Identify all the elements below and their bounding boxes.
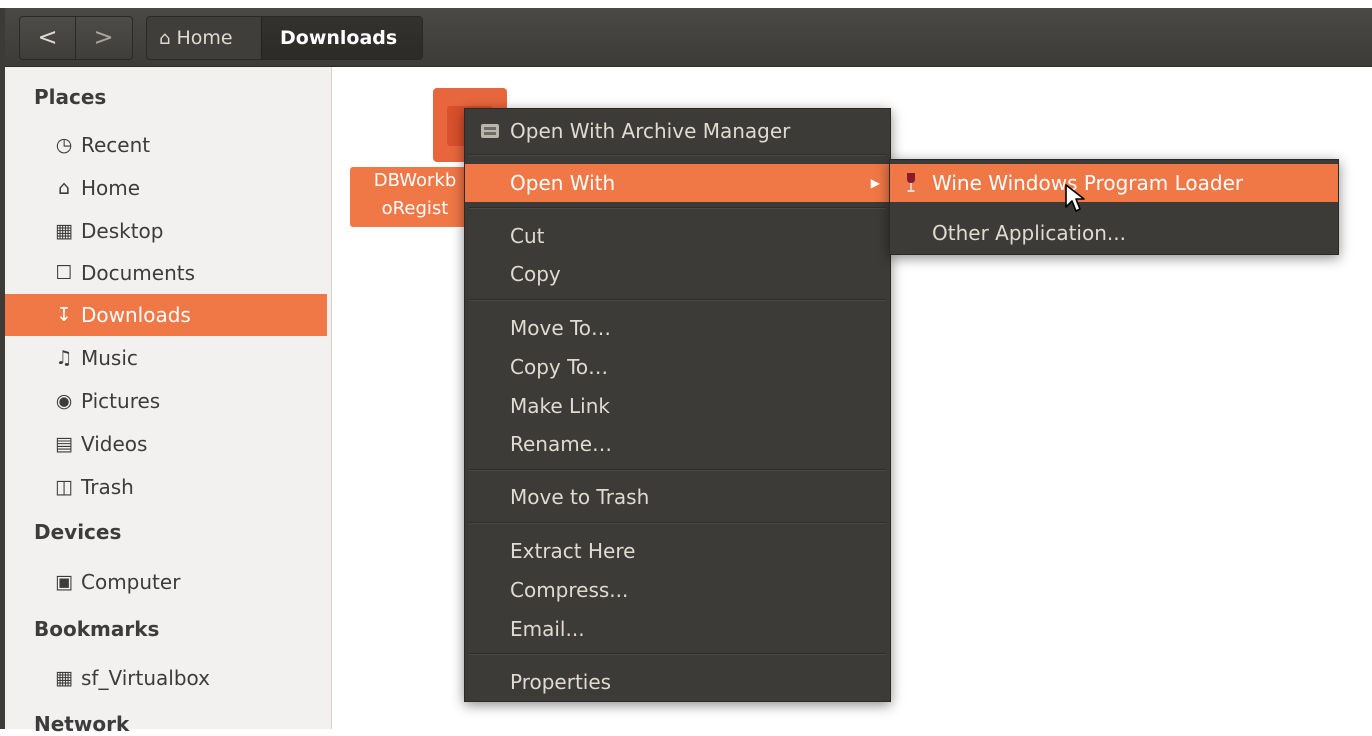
submenu-item-wine[interactable]: Wine Windows Program Loader	[890, 164, 1338, 202]
menu-item-label: Compress...	[510, 578, 629, 602]
menu-item-label: Move To…	[510, 316, 612, 340]
menu-item-label: Properties	[510, 670, 612, 694]
menu-item-move-to-trash[interactable]: Move to Trash	[465, 478, 890, 516]
menu-separator	[469, 469, 886, 471]
sidebar-item-music[interactable]: ♫ Music	[5, 337, 327, 379]
wine-icon	[907, 173, 915, 192]
sidebar-item-videos[interactable]: ▤ Videos	[5, 423, 327, 465]
menu-item-email[interactable]: Email...	[465, 610, 890, 648]
sidebar-item-pictures[interactable]: ◉ Pictures	[5, 380, 327, 422]
submenu-item-other-application[interactable]: Other Application...	[890, 214, 1338, 252]
submenu-item-label: Wine Windows Program Loader	[932, 171, 1244, 195]
menu-item-cut[interactable]: Cut	[465, 217, 890, 255]
breadcrumb-current-label: Downloads	[280, 27, 398, 49]
sidebar-item-desktop[interactable]: ▦ Desktop	[5, 210, 327, 252]
menu-item-extract-here[interactable]: Extract Here	[465, 532, 890, 570]
submenu-arrow-icon: ▶	[870, 176, 880, 190]
download-icon: ↧	[56, 304, 72, 326]
back-button[interactable]: <	[20, 17, 76, 59]
breadcrumb: ⌂ Home Downloads	[146, 16, 423, 60]
menu-item-make-link[interactable]: Make Link	[465, 387, 890, 425]
menu-item-label: Email...	[510, 617, 585, 641]
folder-icon: ▦	[55, 220, 73, 242]
breadcrumb-current[interactable]: Downloads	[261, 17, 422, 59]
section-places: Places	[34, 85, 107, 109]
menu-item-label: Rename…	[510, 432, 613, 456]
sidebar: Places ◷ Recent ⌂ Home ▦ Desktop ☐ Docum…	[5, 67, 332, 736]
archive-manager-icon	[481, 124, 499, 138]
menu-item-label: Extract Here	[510, 539, 636, 563]
sidebar-item-downloads[interactable]: ↧ Downloads	[5, 294, 327, 336]
folder-icon: ▦	[55, 667, 73, 689]
sidebar-item-label: sf_Virtualbox	[81, 666, 210, 690]
sidebar-item-label: Documents	[81, 261, 196, 285]
file-name-line-1: DBWorkb	[373, 170, 457, 191]
sidebar-item-label: Trash	[81, 475, 134, 499]
sidebar-item-documents[interactable]: ☐ Documents	[5, 252, 327, 294]
sidebar-item-label: Music	[81, 346, 138, 370]
breadcrumb-home[interactable]: ⌂ Home	[147, 17, 261, 59]
computer-icon: ▣	[55, 571, 73, 593]
menu-item-properties[interactable]: Properties	[465, 663, 890, 701]
menu-item-label: Open With Archive Manager	[510, 119, 791, 143]
menu-item-copy[interactable]: Copy	[465, 255, 890, 293]
cropped-heading	[0, 0, 1372, 8]
file-name-line-2: oRegist	[381, 198, 449, 219]
music-icon: ♫	[55, 347, 73, 369]
sidebar-item-computer[interactable]: ▣ Computer	[5, 561, 327, 603]
sidebar-item-label: Desktop	[81, 219, 164, 243]
film-icon: ▤	[55, 433, 73, 455]
sidebar-item-recent[interactable]: ◷ Recent	[5, 124, 327, 166]
menu-item-open-with[interactable]: Open With ▶	[465, 164, 890, 202]
breadcrumb-home-label: Home	[176, 27, 233, 49]
section-devices: Devices	[34, 520, 122, 544]
menu-item-label: Copy To…	[510, 355, 609, 379]
menu-item-move-to[interactable]: Move To…	[465, 309, 890, 347]
menu-item-compress[interactable]: Compress...	[465, 571, 890, 609]
section-bookmarks: Bookmarks	[34, 617, 160, 641]
sidebar-item-label: Downloads	[81, 303, 191, 327]
document-icon: ☐	[55, 262, 73, 284]
context-menu: Open With Archive Manager Open With ▶ Cu…	[464, 108, 891, 702]
trash-icon: ◫	[55, 476, 73, 498]
sidebar-item-label: Home	[81, 176, 141, 200]
navigation-buttons: < >	[19, 16, 133, 60]
sidebar-item-home[interactable]: ⌂ Home	[5, 167, 327, 209]
file-name-label[interactable]: DBWorkb oRegist	[350, 167, 480, 227]
menu-item-open-with-archive-manager[interactable]: Open With Archive Manager	[465, 112, 890, 150]
clock-icon: ◷	[55, 134, 73, 156]
menu-item-label: Cut	[510, 224, 545, 248]
sidebar-item-label: Pictures	[81, 389, 161, 413]
menu-separator	[469, 653, 886, 655]
menu-item-copy-to[interactable]: Copy To…	[465, 348, 890, 386]
mouse-cursor-icon	[1065, 184, 1085, 212]
menu-separator	[469, 299, 886, 301]
menu-separator	[469, 154, 886, 156]
sidebar-item-trash[interactable]: ◫ Trash	[5, 466, 327, 508]
menu-item-label: Make Link	[510, 394, 610, 418]
forward-button[interactable]: >	[76, 17, 131, 59]
section-network: Network	[34, 712, 130, 736]
menu-item-rename[interactable]: Rename…	[465, 425, 890, 463]
menu-item-label: Copy	[510, 262, 561, 286]
submenu-item-label: Other Application...	[932, 221, 1126, 245]
home-icon: ⌂	[159, 28, 171, 49]
home-icon: ⌂	[57, 177, 71, 199]
sidebar-item-label: Recent	[81, 133, 151, 157]
menu-separator	[469, 207, 886, 209]
camera-icon: ◉	[55, 390, 73, 412]
sidebar-item-label: Videos	[81, 432, 148, 456]
open-with-submenu: Wine Windows Program Loader Other Applic…	[889, 159, 1339, 255]
sidebar-item-label: Computer	[81, 570, 181, 594]
menu-separator	[469, 522, 886, 524]
menu-item-label: Move to Trash	[510, 485, 650, 509]
menu-item-label: Open With	[510, 171, 616, 195]
sidebar-item-sf-virtualbox[interactable]: ▦ sf_Virtualbox	[5, 657, 327, 699]
toolbar: < > ⌂ Home Downloads	[5, 8, 1372, 67]
